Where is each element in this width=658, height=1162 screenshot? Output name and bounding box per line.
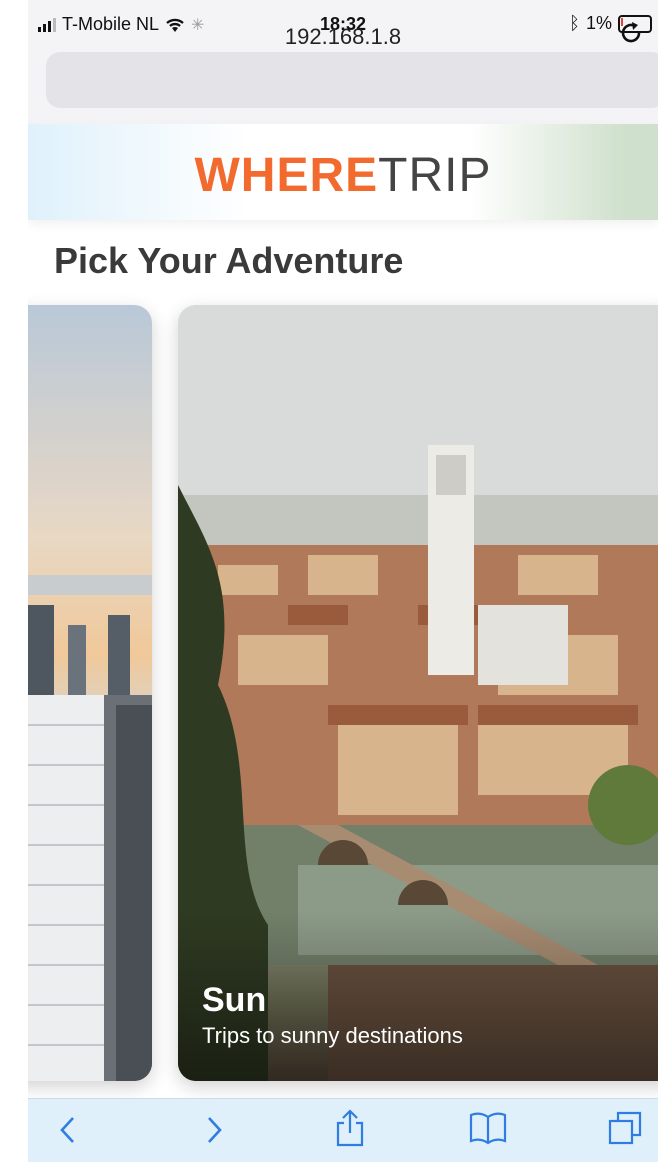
url-text[interactable]: 192.168.1.8 — [28, 24, 658, 50]
phone-screen: T-Mobile NL ✳ 18:32 ᛒ 1% 192.168.1.8 WHE… — [28, 0, 658, 1162]
bookmarks-icon[interactable] — [468, 1111, 508, 1151]
share-icon[interactable] — [334, 1109, 366, 1153]
address-bar-area — [28, 46, 658, 125]
city-image — [28, 575, 152, 1081]
back-icon[interactable] — [58, 1115, 78, 1151]
forward-icon[interactable] — [204, 1115, 224, 1151]
card-subtitle: Trips to sunny destinations — [202, 1023, 463, 1048]
adventure-card-city[interactable] — [28, 305, 152, 1081]
adventure-card-sun[interactable]: Sun Trips to sunny destinations — [178, 305, 658, 1081]
tabs-icon[interactable] — [608, 1111, 642, 1153]
site-logo[interactable]: WHERETRIP — [28, 148, 658, 203]
logo-trip: TRIP — [378, 149, 492, 202]
logo-where: WHERE — [194, 149, 379, 202]
reload-icon[interactable] — [618, 20, 644, 53]
site-header: WHERETRIP — [28, 124, 658, 220]
card-title: Sun — [202, 981, 267, 1019]
browser-toolbar — [28, 1098, 658, 1162]
address-bar[interactable] — [46, 52, 658, 108]
page-title: Pick Your Adventure — [54, 240, 404, 281]
